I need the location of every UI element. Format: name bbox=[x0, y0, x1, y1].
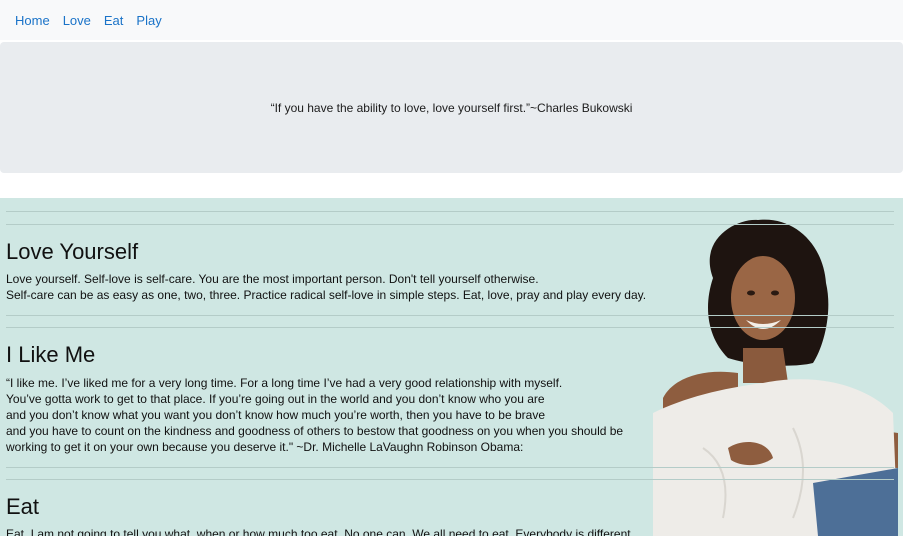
spacer bbox=[0, 173, 903, 198]
section-line: “I like me. I’ve liked me for a very lon… bbox=[6, 375, 563, 390]
section-body: Love yourself. Self-love is self-care. Y… bbox=[6, 271, 893, 303]
quote-banner: “If you have the ability to love, love y… bbox=[0, 42, 903, 173]
section-title: Eat bbox=[6, 493, 40, 519]
section-line: You’ve gotta work to get to that place. … bbox=[6, 391, 545, 406]
section-line: and you have to count on the kindness an… bbox=[6, 423, 624, 438]
content-area: Love Yourself Love yourself. Self-love i… bbox=[0, 198, 903, 536]
navbar: Home Love Eat Play bbox=[0, 0, 903, 40]
section-title: I Like Me bbox=[6, 342, 96, 368]
nav-link-home[interactable]: Home bbox=[15, 13, 50, 28]
section-line: Self-care can be as easy as one, two, th… bbox=[6, 288, 647, 303]
banner-quote: “If you have the ability to love, love y… bbox=[270, 100, 633, 115]
nav-link-love[interactable]: Love bbox=[63, 13, 91, 28]
section-line: Love yourself. Self-love is self-care. Y… bbox=[6, 272, 539, 287]
section-title: Love Yourself bbox=[6, 239, 139, 264]
sections-column: Love Yourself Love yourself. Self-love i… bbox=[0, 198, 903, 536]
nav-link-eat[interactable]: Eat bbox=[104, 13, 124, 28]
section-i-like-me: I Like Me “I like me. I’ve liked me for … bbox=[6, 328, 893, 454]
section-line: working to get it on your own because yo… bbox=[6, 439, 524, 454]
section-body: “I like me. I’ve liked me for a very lon… bbox=[6, 375, 893, 455]
section-eat: Eat Eat. I am not going to tell you what… bbox=[6, 480, 893, 536]
section-love-yourself: Love Yourself Love yourself. Self-love i… bbox=[6, 225, 893, 303]
section-body: Eat. I am not going to tell you what, wh… bbox=[6, 526, 893, 536]
section-line: Eat. I am not going to tell you what, wh… bbox=[6, 527, 631, 536]
nav-link-play[interactable]: Play bbox=[136, 13, 161, 28]
section-line: and you don’t know what you want you don… bbox=[6, 407, 545, 422]
